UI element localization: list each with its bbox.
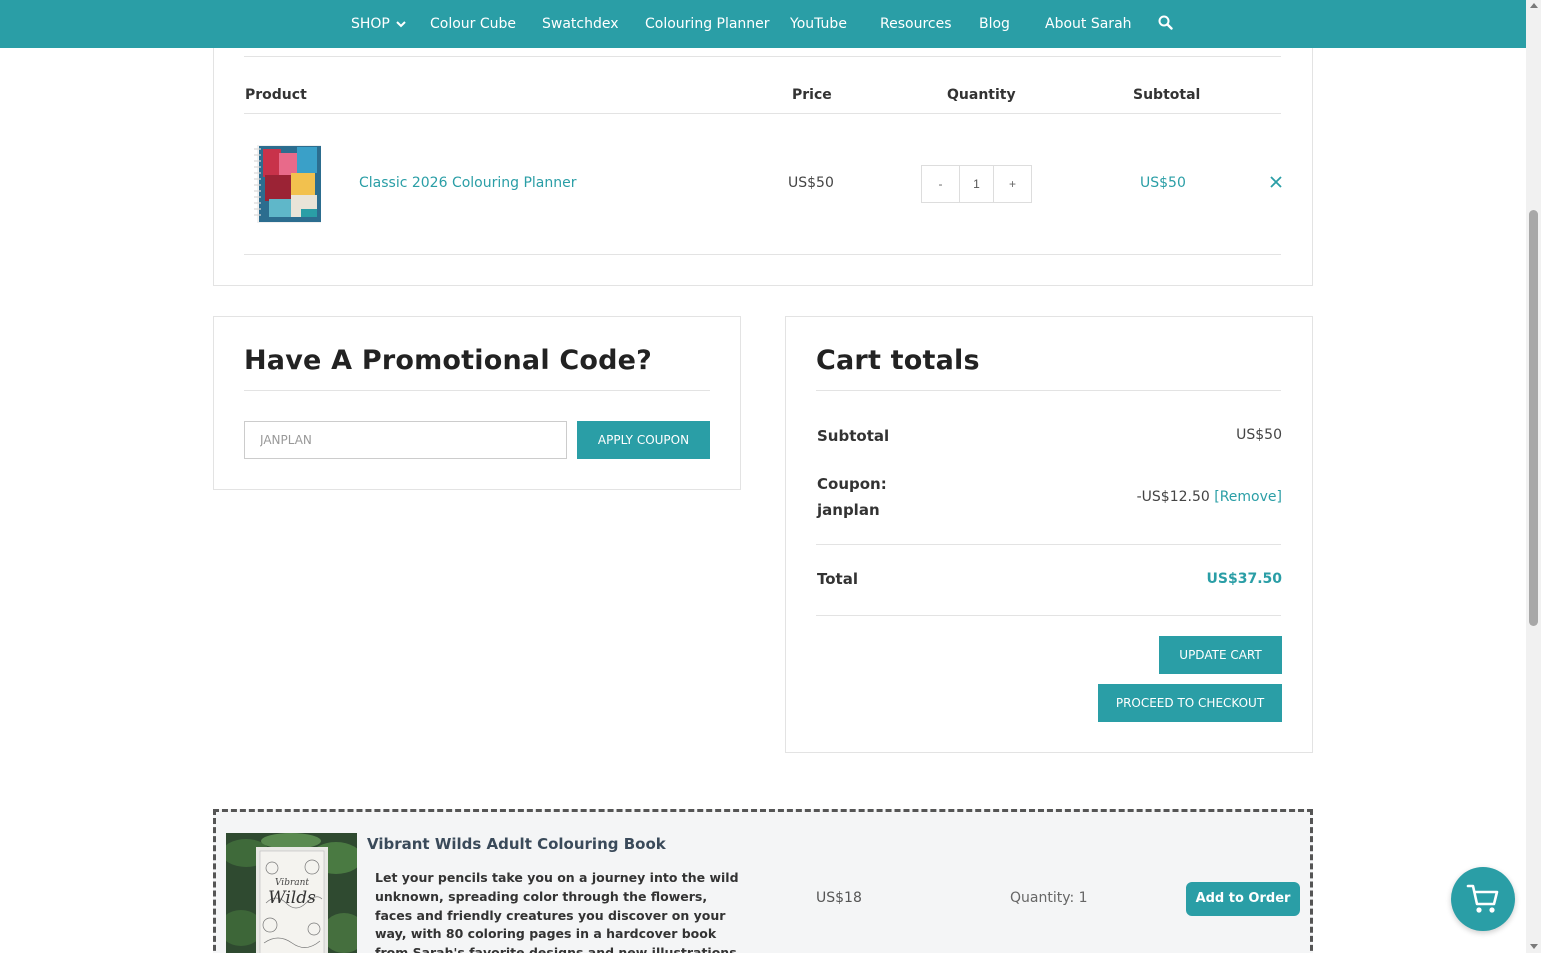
- update-cart-button[interactable]: UPDATE CART: [1159, 636, 1282, 674]
- search-button[interactable]: [1158, 0, 1173, 48]
- nav-item-youtube[interactable]: YouTube: [790, 0, 847, 48]
- close-icon[interactable]: [1268, 174, 1284, 190]
- cart-icon: [1466, 884, 1499, 913]
- subtotal-label: Subtotal: [817, 427, 890, 445]
- nav-item-colouring-planner[interactable]: Colouring Planner: [645, 0, 770, 48]
- divider: [244, 113, 1281, 114]
- quantity-increase-button[interactable]: +: [994, 166, 1031, 202]
- cart-totals-heading: Cart totals: [816, 345, 980, 376]
- floating-cart-button[interactable]: [1451, 867, 1515, 931]
- cart-table-panel: [213, 48, 1313, 286]
- scroll-down-icon[interactable]: [1530, 944, 1538, 949]
- divider: [816, 544, 1281, 545]
- coupon-label: Coupon: janplan: [817, 471, 887, 523]
- divider: [244, 254, 1281, 255]
- apply-coupon-button[interactable]: APPLY COUPON: [577, 421, 710, 459]
- header-price: Price: [792, 87, 832, 103]
- divider: [816, 390, 1281, 391]
- divider: [244, 56, 1281, 57]
- coupon-discount: -US$12.50: [1136, 489, 1210, 505]
- nav-item-shop[interactable]: SHOP: [351, 0, 406, 48]
- subtotal-value: US$50: [1236, 427, 1282, 443]
- header-subtotal: Subtotal: [1133, 87, 1201, 103]
- svg-text:Vibrant: Vibrant: [275, 878, 309, 888]
- add-to-order-button[interactable]: Add to Order: [1186, 882, 1300, 916]
- nav-item-label: SHOP: [351, 16, 390, 32]
- quantity-input[interactable]: 1: [959, 166, 994, 202]
- upsell-title: Vibrant Wilds Adult Colouring Book: [367, 835, 666, 853]
- nav-item-about-sarah[interactable]: About Sarah: [1045, 0, 1132, 48]
- product-thumbnail[interactable]: [251, 143, 325, 225]
- page-scrollbar[interactable]: [1526, 0, 1541, 953]
- quantity-decrease-button[interactable]: -: [922, 166, 959, 202]
- upsell-price: US$18: [816, 890, 862, 906]
- header-quantity: Quantity: [947, 87, 1016, 103]
- nav-item-resources[interactable]: Resources: [880, 0, 952, 48]
- product-subtotal: US$50: [1140, 175, 1186, 191]
- divider: [244, 390, 710, 391]
- svg-text:Wilds: Wilds: [268, 888, 316, 908]
- chevron-down-icon: [396, 20, 406, 27]
- coupon-value: -US$12.50 [Remove]: [1137, 489, 1282, 505]
- product-link[interactable]: Classic 2026 Colouring Planner: [359, 175, 577, 191]
- scroll-up-icon[interactable]: [1530, 3, 1538, 8]
- promo-code-panel: [213, 316, 741, 490]
- coupon-code-name: janplan: [817, 501, 880, 519]
- header-product: Product: [245, 87, 307, 103]
- coupon-code-input[interactable]: [244, 421, 567, 459]
- nav-item-colour-cube[interactable]: Colour Cube: [430, 0, 516, 48]
- scrollbar-thumb[interactable]: [1529, 210, 1538, 626]
- product-price: US$50: [788, 175, 834, 191]
- promo-heading: Have A Promotional Code?: [244, 345, 653, 376]
- upsell-quantity: Quantity: 1: [1010, 890, 1088, 906]
- proceed-to-checkout-button[interactable]: PROCEED TO CHECKOUT: [1098, 684, 1282, 722]
- nav-item-swatchdex[interactable]: Swatchdex: [542, 0, 619, 48]
- quantity-stepper: - 1 +: [921, 165, 1032, 203]
- upsell-product-image: Vibrant Wilds: [226, 833, 357, 953]
- top-navigation: SHOP Colour Cube Swatchdex Colouring Pla…: [0, 0, 1526, 48]
- upsell-description: Let your pencils take you on a journey i…: [375, 870, 742, 953]
- search-icon: [1158, 15, 1173, 30]
- nav-item-blog[interactable]: Blog: [979, 0, 1010, 48]
- coupon-label-prefix: Coupon:: [817, 475, 887, 493]
- total-value: US$37.50: [1206, 571, 1282, 587]
- remove-coupon-link[interactable]: [Remove]: [1214, 489, 1282, 505]
- divider: [816, 615, 1281, 616]
- total-label: Total: [817, 570, 858, 588]
